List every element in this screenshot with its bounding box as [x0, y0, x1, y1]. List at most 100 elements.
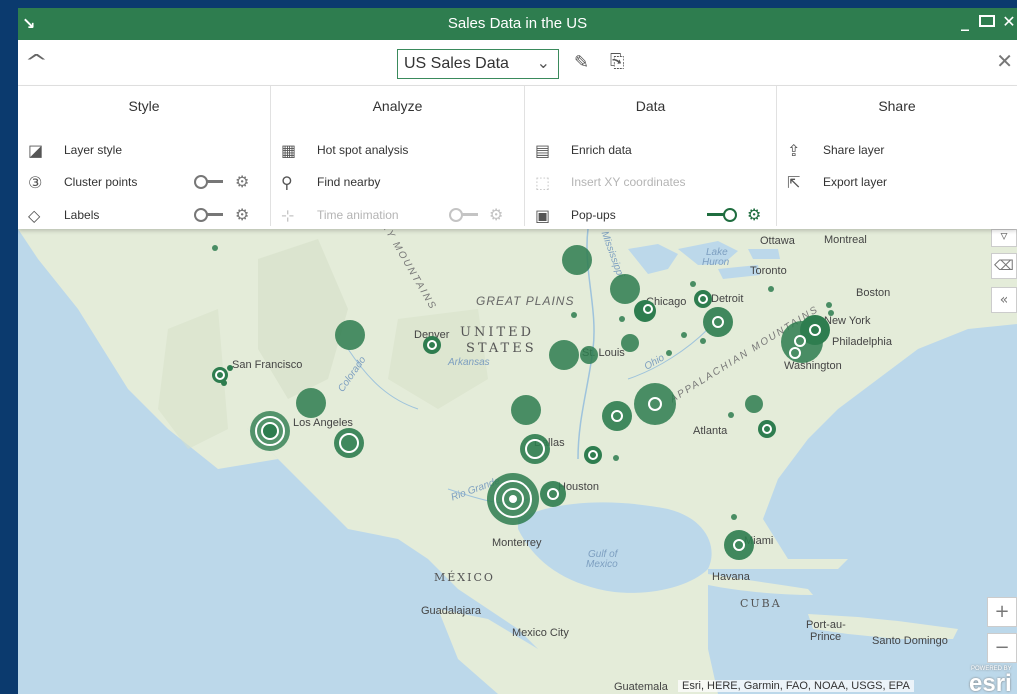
cluster-toggle[interactable]: [194, 175, 224, 189]
xy-icon: ⬚: [535, 172, 551, 192]
label-tag-icon: ◇: [28, 205, 41, 225]
city-label: Denver: [414, 329, 450, 341]
app-window: ↘ Sales Data in the US _ ✕ ^ US Sales Da…: [18, 8, 1017, 694]
map-label-huron: Huron: [702, 257, 730, 268]
style-section: Style ◪ Layer style ③ Cluster points ⚙ ◇…: [18, 86, 270, 226]
maximize-icon[interactable]: [979, 12, 995, 31]
layer-select-value: US Sales Data: [404, 55, 509, 72]
enrich-data-item[interactable]: ▤ Enrich data: [535, 138, 632, 162]
labels-label: Labels: [64, 208, 100, 222]
city-label: San Francisco: [232, 359, 303, 371]
zoom-in-button[interactable]: +: [987, 597, 1017, 627]
map-label-united: UNITED: [460, 325, 535, 340]
hot-spot-item[interactable]: ▦ Hot spot analysis: [281, 138, 408, 162]
map-label-gulf-2: Mexico: [586, 559, 618, 570]
time-animation-gear-icon: ⚙: [489, 205, 504, 224]
layer-style-icon: ◪: [28, 140, 44, 160]
city-label: Houston: [558, 481, 599, 493]
esri-logo: POWERED BY esri: [967, 664, 1017, 694]
city-label: Guatemala: [614, 681, 668, 693]
collapse-panel-icon[interactable]: «: [991, 287, 1017, 313]
share-icon: ⇪: [787, 140, 801, 160]
find-nearby-item[interactable]: ⚲ Find nearby: [281, 170, 380, 194]
chevron-up-icon[interactable]: ^: [25, 50, 48, 74]
share-section: Share ⇪ Share layer ⇱ Export layer: [776, 86, 1017, 226]
close-window-icon[interactable]: ✕: [1001, 12, 1017, 31]
expand-icon[interactable]: ▿: [991, 229, 1017, 247]
layer-header: ^ US Sales Data ⌄ ✎ ⎘ ✕: [18, 40, 1017, 86]
data-section: Data ▤ Enrich data ⬚ Insert XY coordinat…: [524, 86, 776, 226]
labels-item[interactable]: ◇ Labels ⚙: [28, 203, 268, 227]
map-label-great-plains: GREAT PLAINS: [476, 294, 575, 308]
window-title: Sales Data in the US: [447, 15, 588, 32]
cluster-points-item[interactable]: ③ Cluster points ⚙: [28, 170, 268, 194]
minimize-icon[interactable]: _: [957, 12, 973, 31]
share-layer-label: Share layer: [823, 143, 885, 157]
enrich-icon: ▤: [535, 140, 551, 160]
erase-icon[interactable]: ⌫: [991, 253, 1017, 279]
hotspot-icon: ▦: [281, 140, 297, 160]
pencil-icon[interactable]: ✎: [574, 52, 589, 73]
cluster-points-label: Cluster points: [64, 175, 138, 189]
city-label: Miami: [744, 535, 774, 547]
insert-xy-item: ⬚ Insert XY coordinates: [535, 170, 686, 194]
share-layer-item[interactable]: ⇪ Share layer: [787, 138, 884, 162]
city-label: Santo Domingo: [872, 635, 948, 647]
cluster-icon: ③: [28, 172, 43, 192]
share-heading: Share: [878, 98, 916, 114]
city-label: Toronto: [750, 265, 787, 277]
map-label-states: STATES: [466, 341, 537, 356]
city-label: Detroit: [711, 293, 744, 305]
analyze-heading: Analyze: [372, 98, 423, 114]
title-bar: ↘ Sales Data in the US _ ✕: [18, 8, 1017, 40]
layer-style-label: Layer style: [64, 143, 123, 157]
map-view[interactable]: GREAT PLAINS UNITED STATES MÉXICO CUBA G…: [18, 229, 1017, 694]
time-animation-toggle: [449, 208, 479, 222]
popups-gear-icon[interactable]: ⚙: [747, 205, 761, 224]
export-layer-item[interactable]: ⇱ Export layer: [787, 170, 887, 194]
hot-spot-label: Hot spot analysis: [317, 143, 409, 157]
popup-icon: ▣: [535, 205, 551, 225]
popups-item[interactable]: ▣ Pop-ups ⚙: [535, 203, 775, 227]
export-icon: ⇱: [787, 172, 801, 192]
popups-label: Pop-ups: [571, 208, 616, 222]
close-icon[interactable]: ✕: [996, 49, 1013, 73]
labels-toggle[interactable]: [194, 208, 224, 222]
city-label: Guadalajara: [421, 605, 481, 617]
city-label: Monterrey: [492, 537, 542, 549]
map-label-cuba: CUBA: [740, 597, 782, 610]
city-label: Philadelphia: [832, 336, 892, 348]
map-label-arkansas: Arkansas: [448, 357, 490, 368]
city-label: Mexico City: [512, 627, 569, 639]
enrich-data-label: Enrich data: [571, 143, 632, 157]
analyze-section: Analyze ▦ Hot spot analysis ⚲ Find nearb…: [270, 86, 524, 226]
insert-xy-label: Insert XY coordinates: [571, 175, 686, 189]
city-label: Boston: [856, 287, 891, 299]
time-animation-label: Time animation: [317, 208, 399, 222]
find-nearby-icon: ⚲: [281, 172, 293, 192]
city-label: Los Angeles: [293, 417, 353, 429]
map-attribution: Esri, HERE, Garmin, FAO, NOAA, USGS, EPA: [678, 680, 914, 692]
esri-wordmark: esri: [969, 670, 1012, 694]
layer-style-item[interactable]: ◪ Layer style: [28, 138, 122, 162]
cluster-gear-icon[interactable]: ⚙: [235, 172, 249, 191]
layer-select[interactable]: US Sales Data ⌄: [397, 49, 559, 79]
labels-gear-icon[interactable]: ⚙: [235, 205, 249, 224]
city-label: Havana: [712, 571, 750, 583]
city-label: Ottawa: [760, 235, 795, 247]
chevron-down-icon: ⌄: [536, 53, 550, 72]
city-label: Montreal: [824, 234, 867, 246]
city-label: Chicago: [646, 296, 687, 308]
toolbox-panel: Style ◪ Layer style ③ Cluster points ⚙ ◇…: [18, 86, 1017, 229]
style-heading: Style: [128, 98, 160, 114]
city-label: Atlanta: [693, 425, 728, 437]
map-label-mexico: MÉXICO: [434, 571, 495, 584]
time-animation-item: ⊹ Time animation ⚙: [281, 203, 521, 227]
time-animation-icon: ⊹: [281, 205, 295, 225]
export-layer-label: Export layer: [823, 175, 888, 189]
popups-toggle[interactable]: [707, 208, 737, 222]
zoom-out-button[interactable]: −: [987, 633, 1017, 663]
city-label: Dallas: [534, 437, 565, 449]
copy-icon[interactable]: ⎘: [610, 51, 624, 72]
city-label: Washington: [784, 360, 842, 372]
